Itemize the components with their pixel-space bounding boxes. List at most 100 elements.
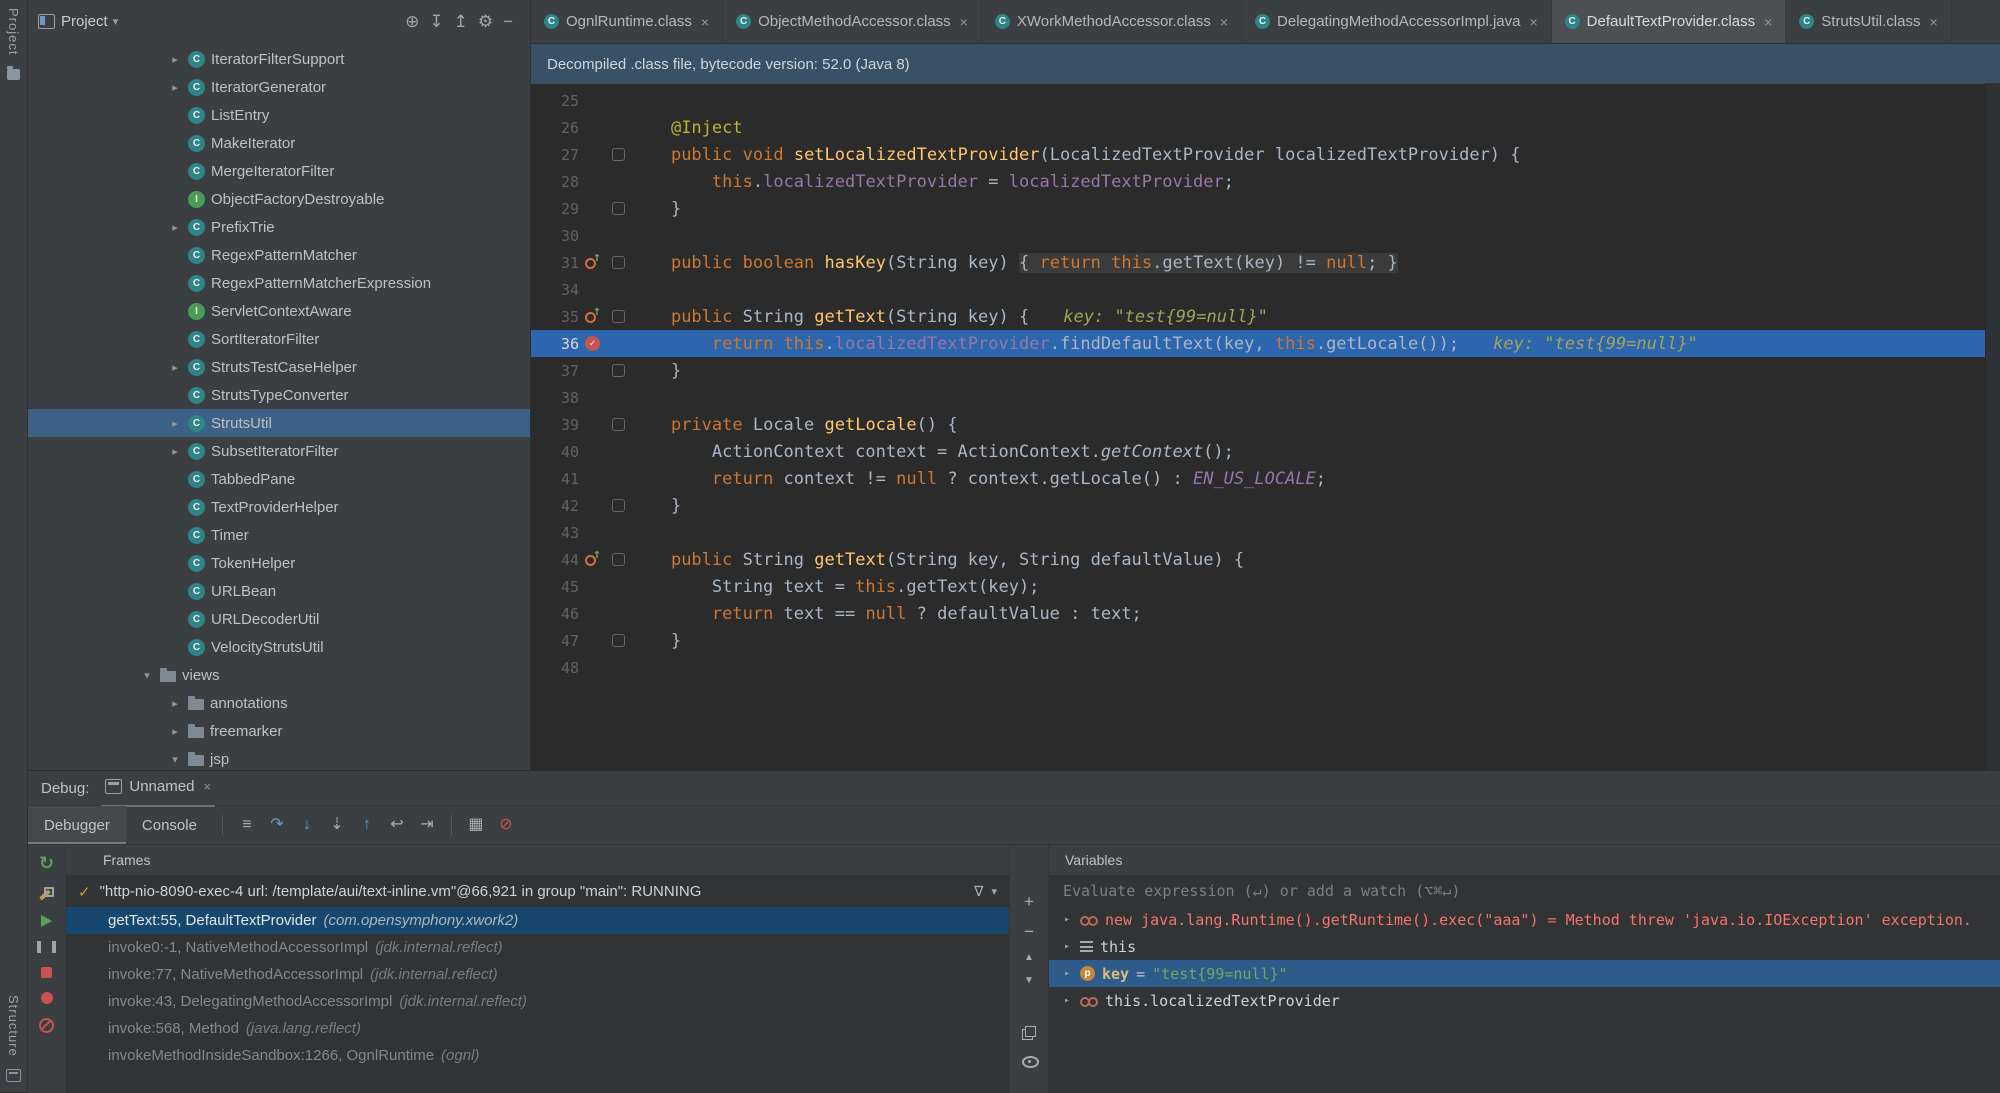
resume-button[interactable] xyxy=(41,915,52,927)
code-line-40[interactable]: 40 ActionContext context = ActionContext… xyxy=(531,438,2000,465)
tree-item-urldecoderutil[interactable]: CURLDecoderUtil xyxy=(28,605,530,633)
structure-tool-tab[interactable]: Structure xyxy=(6,995,21,1057)
run-to-cursor-button[interactable]: ⇥ xyxy=(412,817,442,833)
line-number[interactable]: 26 xyxy=(531,119,579,137)
close-tab-icon[interactable]: × xyxy=(1929,14,1937,30)
hide-panel-button[interactable]: − xyxy=(498,13,518,30)
move-watch-down-button[interactable]: ▼ xyxy=(1014,976,1044,986)
line-number[interactable]: 29 xyxy=(531,200,579,218)
fold-marker-icon[interactable] xyxy=(612,418,625,431)
step-out-button[interactable]: ↑ xyxy=(352,817,382,833)
tree-item-urlbean[interactable]: CURLBean xyxy=(28,577,530,605)
fold-marker-icon[interactable] xyxy=(612,553,625,566)
frame-row-invoke0-1-nativemethodaccessorimpl[interactable]: invoke0:-1, NativeMethodAccessorImpl(jdk… xyxy=(66,934,1009,961)
line-number[interactable]: 46 xyxy=(531,605,579,623)
tree-item-objectfactorydestroyable[interactable]: IObjectFactoryDestroyable xyxy=(28,185,530,213)
chevron-down-icon[interactable]: ▾ xyxy=(991,885,997,898)
override-method-icon[interactable] xyxy=(584,551,601,568)
line-number[interactable]: 39 xyxy=(531,416,579,434)
chevron-down-icon[interactable]: ▾ xyxy=(140,669,154,682)
line-number[interactable]: 28 xyxy=(531,173,579,191)
settings-gear-icon[interactable]: ⚙ xyxy=(473,13,498,30)
chevron-right-icon[interactable]: ▸ xyxy=(168,53,182,66)
code-line-48[interactable]: 48 xyxy=(531,654,2000,681)
layout-settings-button[interactable]: ≡ xyxy=(232,817,262,833)
code-area[interactable]: 2526 @Inject27 public void setLocalizedT… xyxy=(531,84,2000,770)
close-tab-icon[interactable]: × xyxy=(1764,14,1772,30)
project-view-selector[interactable]: Project xyxy=(61,13,108,30)
fold-marker-icon[interactable] xyxy=(612,256,625,269)
tree-item-tokenhelper[interactable]: CTokenHelper xyxy=(28,549,530,577)
chevron-right-icon[interactable]: ▸ xyxy=(168,697,182,710)
code-line-44[interactable]: 44 public String getText(String key, Str… xyxy=(531,546,2000,573)
line-number[interactable]: 40 xyxy=(531,443,579,461)
editor-tab-delegatingmethodaccessorimpl-java[interactable]: CDelegatingMethodAccessorImpl.java× xyxy=(1242,0,1552,43)
tree-item-strutstypeconverter[interactable]: CStrutsTypeConverter xyxy=(28,381,530,409)
line-number[interactable]: 31 xyxy=(531,254,579,272)
code-line-25[interactable]: 25 xyxy=(531,87,2000,114)
line-number[interactable]: 25 xyxy=(531,92,579,110)
line-number[interactable]: 37 xyxy=(531,362,579,380)
fold-marker-icon[interactable] xyxy=(612,364,625,377)
tree-item-strutsutil[interactable]: ▸CStrutsUtil xyxy=(28,409,530,437)
code-line-43[interactable]: 43 xyxy=(531,519,2000,546)
debug-session-tab[interactable]: Unnamed × xyxy=(101,770,215,807)
tree-item-prefixtrie[interactable]: ▸CPrefixTrie xyxy=(28,213,530,241)
tree-item-timer[interactable]: CTimer xyxy=(28,521,530,549)
project-folder-icon[interactable] xyxy=(7,69,20,80)
rerun-debug-button[interactable]: ↻ xyxy=(32,854,62,872)
override-method-icon[interactable] xyxy=(584,308,601,325)
add-watch-button[interactable]: + xyxy=(1014,893,1044,910)
variable-row-this[interactable]: ▸this xyxy=(1049,933,2000,960)
line-number[interactable]: 47 xyxy=(531,632,579,650)
line-number[interactable]: 30 xyxy=(531,227,579,245)
close-tab-icon[interactable]: × xyxy=(1220,14,1228,30)
tree-item-velocitystrutsutil[interactable]: CVelocityStrutsUtil xyxy=(28,633,530,661)
line-number[interactable]: 48 xyxy=(531,659,579,677)
code-line-36[interactable]: 36✓ return this.localizedTextProvider.fi… xyxy=(531,330,2000,357)
chevron-right-icon[interactable]: ▸ xyxy=(1061,941,1073,952)
breakpoint-icon[interactable]: ✓ xyxy=(585,336,600,351)
remove-watch-button[interactable]: − xyxy=(1014,923,1044,940)
force-step-into-button[interactable]: ⇣ xyxy=(322,817,352,833)
code-line-35[interactable]: 35 public String getText(String key) {ke… xyxy=(531,303,2000,330)
line-number[interactable]: 45 xyxy=(531,578,579,596)
close-tab-icon[interactable]: × xyxy=(960,14,968,30)
tree-item-servletcontextaware[interactable]: IServletContextAware xyxy=(28,297,530,325)
chevron-right-icon[interactable]: ▸ xyxy=(168,221,182,234)
tree-item-tabbedpane[interactable]: CTabbedPane xyxy=(28,465,530,493)
close-session-icon[interactable]: × xyxy=(203,779,211,794)
code-line-28[interactable]: 28 this.localizedTextProvider = localize… xyxy=(531,168,2000,195)
chevron-right-icon[interactable]: ▸ xyxy=(168,81,182,94)
variable-row-key[interactable]: ▸pkey = "test{99=null}" xyxy=(1049,960,2000,987)
pause-button[interactable] xyxy=(37,941,56,953)
line-number[interactable]: 43 xyxy=(531,524,579,542)
view-breakpoints-button[interactable]: ▦ xyxy=(461,817,491,833)
override-method-icon[interactable] xyxy=(584,254,601,271)
chevron-right-icon[interactable]: ▸ xyxy=(168,725,182,738)
code-line-41[interactable]: 41 return context != null ? context.getL… xyxy=(531,465,2000,492)
tree-item-mergeiteratorfilter[interactable]: CMergeIteratorFilter xyxy=(28,157,530,185)
editor-tab-strutsutil-class[interactable]: CStrutsUtil.class× xyxy=(1786,0,1951,43)
filter-frames-icon[interactable]: ∇ xyxy=(974,883,983,900)
code-line-46[interactable]: 46 return text == null ? defaultValue : … xyxy=(531,600,2000,627)
fold-marker-icon[interactable] xyxy=(612,499,625,512)
tree-item-iteratorfiltersupport[interactable]: ▸CIteratorFilterSupport xyxy=(28,45,530,73)
frame-row-gettext-55-defaulttextprovider[interactable]: getText:55, DefaultTextProvider(com.open… xyxy=(66,907,1009,934)
stop-button[interactable] xyxy=(41,967,52,978)
fold-marker-icon[interactable] xyxy=(612,310,625,323)
tree-item-strutstestcasehelper[interactable]: ▸CStrutsTestCaseHelper xyxy=(28,353,530,381)
project-tool-tab[interactable]: Project xyxy=(6,8,21,55)
editor-tab-ognlruntime-class[interactable]: COgnlRuntime.class× xyxy=(531,0,723,43)
tree-item-listentry[interactable]: CListEntry xyxy=(28,101,530,129)
code-line-45[interactable]: 45 String text = this.getText(key); xyxy=(531,573,2000,600)
step-over-button[interactable]: ↷ xyxy=(262,817,292,833)
expand-all-button[interactable]: ↧ xyxy=(424,13,448,30)
tree-item-sortiteratorfilter[interactable]: CSortIteratorFilter xyxy=(28,325,530,353)
line-number[interactable]: 41 xyxy=(531,470,579,488)
evaluate-expression-input[interactable]: Evaluate expression (↵) or add a watch (… xyxy=(1049,876,2000,906)
code-line-39[interactable]: 39 private Locale getLocale() { xyxy=(531,411,2000,438)
line-number[interactable]: 27 xyxy=(531,146,579,164)
view-breakpoints-side-button[interactable] xyxy=(41,992,53,1004)
mute-breakpoints-side-button[interactable] xyxy=(39,1018,54,1033)
